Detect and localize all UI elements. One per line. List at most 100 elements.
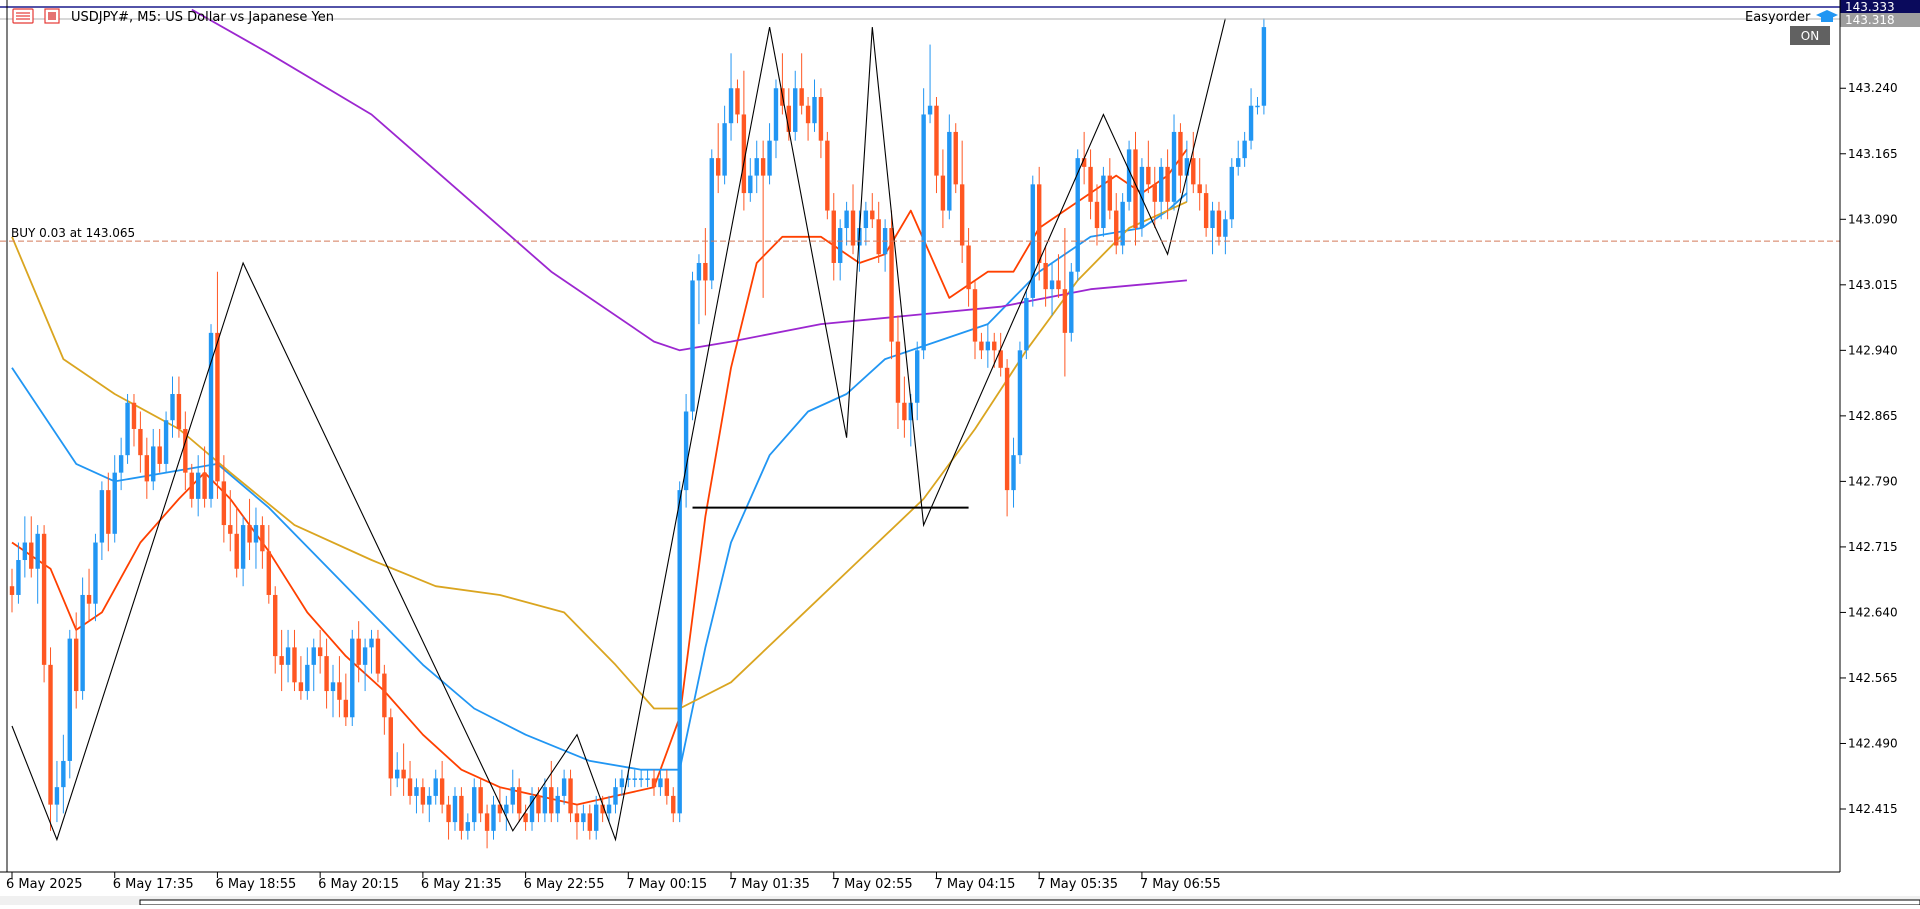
y-tick-label: 142.940 — [1848, 343, 1898, 357]
candle-body — [1184, 158, 1190, 176]
y-tick-label: 142.715 — [1848, 540, 1898, 554]
candle-body — [504, 804, 509, 814]
candle-body — [350, 638, 355, 718]
candle-body — [696, 262, 702, 281]
candle-body — [439, 778, 445, 805]
candle-body — [22, 542, 28, 561]
candle-body — [273, 594, 278, 657]
candle-body — [581, 813, 586, 823]
candle-body — [953, 131, 958, 185]
candle-body — [1062, 289, 1068, 333]
candle-body — [86, 594, 92, 604]
candle-body — [619, 778, 625, 788]
candle-body — [555, 795, 560, 814]
candle-body — [825, 140, 830, 211]
candle-body — [754, 158, 759, 176]
candle-body — [972, 289, 978, 342]
candle-body — [452, 795, 458, 823]
candle-body — [170, 394, 175, 421]
candle-body — [41, 533, 47, 665]
ea-on-button[interactable]: ON — [1790, 26, 1830, 45]
candle-body — [1216, 210, 1222, 237]
chart-menu-icon[interactable] — [12, 8, 34, 24]
candle-body — [979, 341, 984, 351]
candle-body — [54, 787, 60, 805]
candle-body — [80, 594, 85, 692]
candle-body — [195, 472, 201, 499]
candle-body — [1011, 455, 1016, 491]
candle-body — [863, 210, 869, 229]
candle-body — [356, 638, 361, 665]
candle-body — [895, 341, 901, 403]
candle-body — [99, 490, 105, 543]
candle-body — [870, 210, 875, 220]
candle-body — [1004, 367, 1010, 491]
candle-body — [138, 428, 143, 456]
x-tick-label: 7 May 05:35 — [1037, 877, 1118, 892]
candle-body — [1210, 210, 1215, 229]
ea-name: Easyorder — [1745, 10, 1811, 25]
y-tick-label: 142.490 — [1848, 736, 1898, 750]
candle-body — [228, 525, 233, 534]
candle-body — [722, 123, 727, 176]
y-tick-label: 143.240 — [1848, 81, 1898, 95]
candle-body — [568, 778, 573, 814]
y-tick-label: 142.640 — [1848, 605, 1898, 619]
candle-body — [1236, 158, 1241, 167]
candle-body — [311, 647, 316, 665]
bid-price-tag: 143.318 — [1840, 13, 1920, 27]
candle-body — [915, 350, 920, 403]
x-tick-label: 7 May 01:35 — [729, 877, 810, 892]
candle-body — [516, 787, 522, 814]
candle-body — [382, 673, 387, 718]
candle-body — [35, 533, 40, 569]
candle-body — [1069, 271, 1074, 333]
candle-body — [638, 778, 644, 780]
ask-price-tag: 143.333 — [1840, 0, 1920, 14]
candle-body — [773, 88, 779, 141]
x-tick-label: 7 May 02:55 — [832, 877, 913, 892]
x-tick-label: 6 May 17:35 — [113, 877, 194, 892]
x-tick-label: 6 May 22:55 — [524, 877, 605, 892]
candle-body — [202, 472, 207, 499]
candle-body — [189, 472, 194, 499]
candle-body — [1261, 27, 1267, 106]
candle-body — [760, 158, 766, 176]
x-tick-label: 6 May 21:35 — [421, 877, 502, 892]
candle-body — [812, 96, 817, 124]
candle-body — [767, 140, 772, 176]
candle-body — [690, 280, 695, 412]
candle-body — [478, 787, 483, 814]
y-tick-label: 142.790 — [1848, 474, 1898, 488]
chart-title: USDJPY#, M5: US Dollar vs Japanese Yen — [71, 10, 334, 25]
chart-scrollbar[interactable] — [0, 896, 1920, 906]
candle-body — [151, 446, 156, 482]
candle-body — [844, 210, 849, 229]
candle-body — [889, 228, 894, 342]
candle-body — [664, 778, 670, 796]
candle-body — [934, 105, 939, 176]
candle-body — [427, 795, 432, 805]
candle-body — [401, 769, 406, 779]
candle-body — [61, 760, 66, 788]
price-chart[interactable]: USDJPY#, M5: US Dollar vs Japanese Yen E… — [0, 0, 1920, 906]
candle-body — [131, 402, 137, 429]
candle-body — [1017, 350, 1023, 456]
candle-body — [465, 822, 471, 831]
candle-body — [74, 638, 79, 692]
candle-body — [215, 332, 220, 482]
x-tick-label: 7 May 06:55 — [1140, 877, 1221, 892]
candle-body — [703, 262, 708, 281]
candle-body — [106, 490, 111, 534]
candle-body — [48, 664, 53, 805]
candle-body — [1056, 280, 1061, 290]
candle-body — [1165, 166, 1170, 202]
candle-body — [728, 88, 734, 124]
order-label: BUY 0.03 at 143.065 — [11, 226, 135, 240]
candle-body — [446, 804, 451, 823]
candle-body — [940, 175, 946, 211]
candle-body — [966, 245, 971, 290]
candle-body — [176, 394, 182, 429]
chart-window[interactable]: USDJPY#, M5: US Dollar vs Japanese Yen E… — [0, 0, 1920, 906]
candle-body — [959, 184, 965, 246]
